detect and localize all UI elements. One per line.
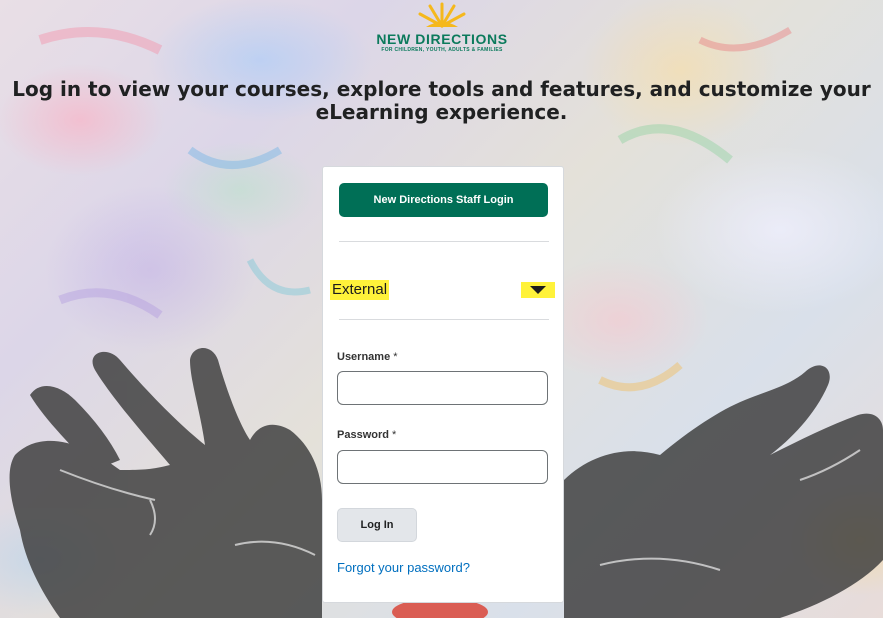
- username-input[interactable]: [337, 371, 548, 405]
- login-card: New Directions Staff Login External User…: [322, 166, 564, 603]
- left-hand-illustration: [9, 347, 322, 618]
- forgot-password-link[interactable]: Forgot your password?: [337, 560, 470, 575]
- right-hand-illustration: [564, 365, 883, 618]
- required-marker: *: [393, 351, 398, 363]
- brand-logo: NEW DIRECTIONS FOR CHILDREN, YOUTH, ADUL…: [362, 0, 522, 56]
- required-marker: *: [392, 429, 397, 441]
- staff-login-button[interactable]: New Directions Staff Login: [339, 183, 548, 217]
- sun-logo-icon: [418, 2, 466, 28]
- password-label: Password *: [337, 429, 396, 441]
- log-in-button[interactable]: Log In: [337, 508, 417, 542]
- password-label-text: Password: [337, 429, 389, 441]
- caret-down-icon[interactable]: [521, 282, 555, 298]
- username-label: Username *: [337, 351, 398, 363]
- password-input[interactable]: [337, 450, 548, 484]
- username-label-text: Username: [337, 351, 391, 363]
- brand-name: NEW DIRECTIONS: [376, 31, 508, 47]
- divider: [339, 319, 549, 320]
- divider: [339, 241, 549, 242]
- account-type-value: External: [330, 280, 390, 300]
- page-headline: Log in to view your courses, explore too…: [12, 77, 871, 124]
- account-type-select[interactable]: External: [330, 278, 555, 302]
- brand-tagline: FOR CHILDREN, YOUTH, ADULTS & FAMILIES: [381, 47, 503, 53]
